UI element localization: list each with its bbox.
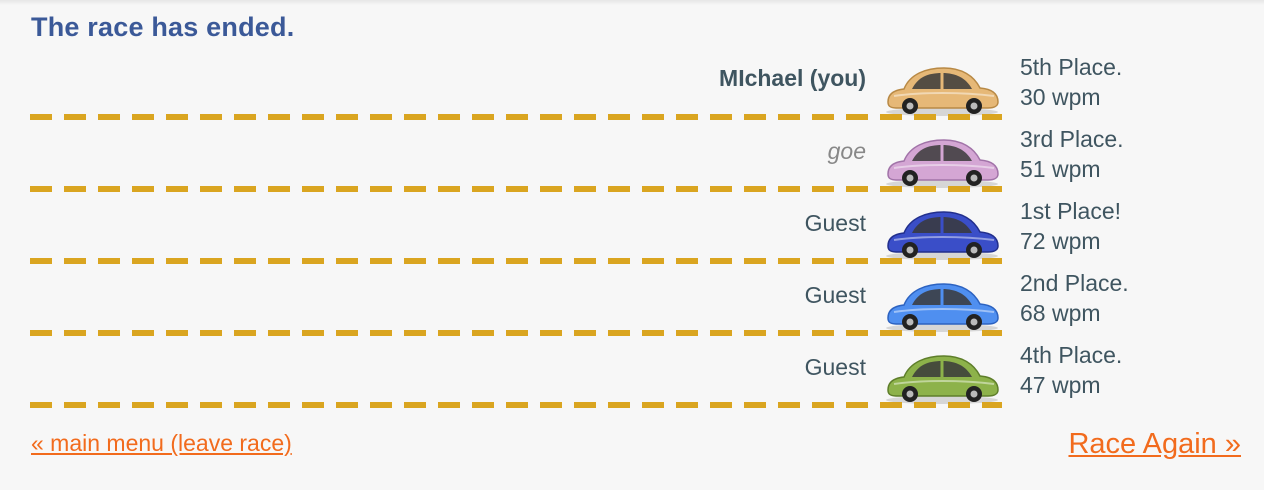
race-again-link[interactable]: Race Again » xyxy=(1068,428,1241,461)
wpm-label: 51 wpm xyxy=(1020,156,1101,182)
racer-name: Guest xyxy=(804,282,866,308)
race-result: 5th Place. 30 wpm xyxy=(1020,52,1122,112)
lane-divider xyxy=(30,114,1002,120)
race-result: 4th Place. 47 wpm xyxy=(1020,340,1122,400)
top-shadow xyxy=(0,0,1264,5)
car-icon xyxy=(882,206,1002,260)
car-icon xyxy=(882,134,1002,188)
wpm-label: 72 wpm xyxy=(1020,228,1101,254)
place-label: 1st Place! xyxy=(1020,198,1121,224)
place-label: 5th Place. xyxy=(1020,54,1123,80)
place-label: 4th Place. xyxy=(1020,342,1123,368)
racer-name: Guest xyxy=(804,210,866,236)
car-icon xyxy=(882,62,1002,116)
race-result: 1st Place! 72 wpm xyxy=(1020,196,1121,256)
race-result: 3rd Place. 51 wpm xyxy=(1020,124,1124,184)
lane-divider xyxy=(30,258,1002,264)
wpm-label: 30 wpm xyxy=(1020,84,1101,110)
lane-divider xyxy=(30,186,1002,192)
racer-name: goe xyxy=(827,138,866,164)
lane-divider xyxy=(30,402,1002,408)
place-label: 2nd Place. xyxy=(1020,270,1129,296)
leave-race-link[interactable]: « main menu (leave race) xyxy=(31,430,292,457)
car-icon xyxy=(882,278,1002,332)
wpm-label: 47 wpm xyxy=(1020,372,1101,398)
car-icon xyxy=(882,350,1002,404)
wpm-label: 68 wpm xyxy=(1020,300,1101,326)
place-label: 3rd Place. xyxy=(1020,126,1124,152)
racer-name: MIchael (you) xyxy=(719,65,866,91)
lane-divider xyxy=(30,330,1002,336)
race-status-title: The race has ended. xyxy=(31,12,295,42)
racer-name: Guest xyxy=(804,354,866,380)
race-result: 2nd Place. 68 wpm xyxy=(1020,268,1129,328)
